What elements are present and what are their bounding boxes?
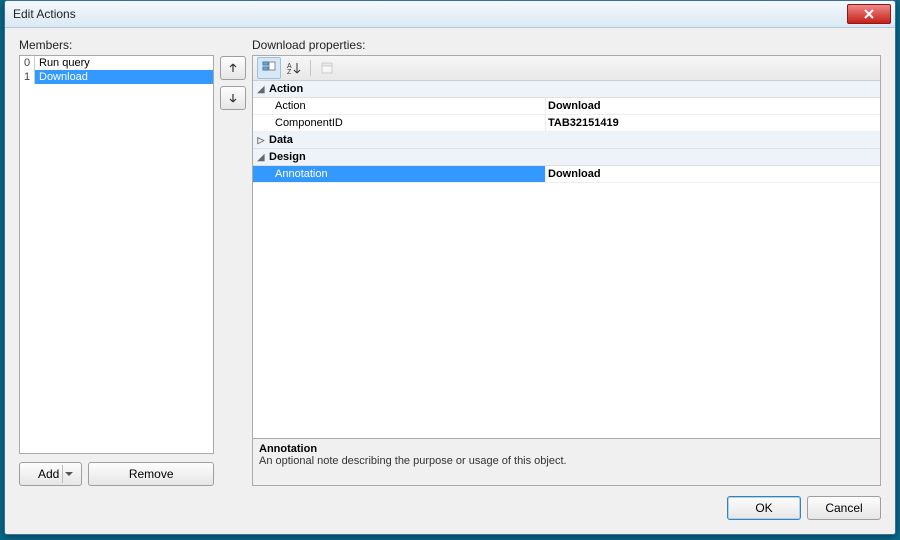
- member-row[interactable]: 0Run query: [20, 56, 213, 70]
- properties-label: Download properties:: [252, 38, 881, 52]
- properties-panel: Download properties: A: [252, 38, 881, 486]
- member-name: Run query: [35, 56, 213, 70]
- property-value[interactable]: Download: [545, 98, 880, 114]
- member-index: 0: [20, 56, 35, 70]
- property-category-name: Action: [269, 83, 303, 95]
- property-grid: A Z ◢ActionActi: [252, 55, 881, 486]
- collapse-icon[interactable]: ◢: [255, 152, 267, 163]
- categorized-view-button[interactable]: [257, 57, 281, 79]
- alphabetical-view-button[interactable]: A Z: [283, 58, 305, 78]
- remove-button-label: Remove: [129, 467, 174, 481]
- add-button[interactable]: Add: [19, 462, 82, 486]
- property-name: Annotation: [253, 166, 545, 182]
- svg-text:Z: Z: [287, 69, 292, 75]
- property-description-title: Annotation: [259, 443, 874, 455]
- property-name: Action: [253, 98, 545, 114]
- property-category[interactable]: ▷Data: [253, 132, 880, 149]
- members-list[interactable]: 0Run query1Download: [19, 55, 214, 454]
- expand-icon[interactable]: ▷: [255, 135, 267, 146]
- dialog-title: Edit Actions: [13, 7, 847, 21]
- property-name: ComponentID: [253, 115, 545, 131]
- close-button[interactable]: [847, 4, 891, 24]
- property-category[interactable]: ◢Design: [253, 149, 880, 166]
- property-pages-button: [316, 58, 338, 78]
- property-row[interactable]: ComponentIDTAB32151419: [253, 115, 880, 132]
- toolbar-separator: [310, 60, 311, 76]
- dialog-button-row: OK Cancel: [19, 496, 881, 520]
- member-row[interactable]: 1Download: [20, 70, 213, 84]
- members-panel: Members: 0Run query1Download Add Remove: [19, 38, 214, 486]
- members-label: Members:: [19, 38, 214, 52]
- property-category-name: Design: [269, 151, 306, 163]
- move-up-button[interactable]: [220, 56, 246, 80]
- property-category[interactable]: ◢Action: [253, 81, 880, 98]
- property-value[interactable]: Download: [545, 166, 880, 182]
- property-description: Annotation An optional note describing t…: [253, 438, 880, 485]
- property-pages-icon: [320, 61, 334, 75]
- remove-button[interactable]: Remove: [88, 462, 214, 486]
- collapse-icon[interactable]: ◢: [255, 84, 267, 95]
- cancel-button-label: Cancel: [825, 501, 862, 515]
- dialog-window: Edit Actions Members: 0Run query1Downloa…: [4, 0, 896, 535]
- property-value[interactable]: TAB32151419: [545, 115, 880, 131]
- property-row[interactable]: ActionDownload: [253, 98, 880, 115]
- alphabetical-icon: A Z: [287, 61, 301, 75]
- property-category-name: Data: [269, 134, 293, 146]
- property-grid-toolbar: A Z: [253, 56, 880, 81]
- ok-button-label: OK: [755, 501, 772, 515]
- members-button-row: Add Remove: [19, 462, 214, 486]
- reorder-buttons: [220, 38, 246, 486]
- close-icon: [864, 9, 874, 19]
- property-grid-body[interactable]: ◢ActionActionDownloadComponentIDTAB32151…: [253, 81, 880, 438]
- member-index: 1: [20, 70, 35, 84]
- add-button-label: Add: [38, 467, 59, 481]
- arrow-up-icon: [228, 63, 238, 73]
- ok-button[interactable]: OK: [727, 496, 801, 520]
- property-description-text: An optional note describing the purpose …: [259, 455, 874, 467]
- categorized-icon: [262, 61, 276, 75]
- property-row[interactable]: AnnotationDownload: [253, 166, 880, 183]
- titlebar: Edit Actions: [5, 1, 895, 28]
- columns: Members: 0Run query1Download Add Remove: [19, 38, 881, 486]
- move-down-button[interactable]: [220, 86, 246, 110]
- member-name: Download: [35, 70, 213, 84]
- arrow-down-icon: [228, 93, 238, 103]
- dialog-content: Members: 0Run query1Download Add Remove: [5, 28, 895, 534]
- cancel-button[interactable]: Cancel: [807, 496, 881, 520]
